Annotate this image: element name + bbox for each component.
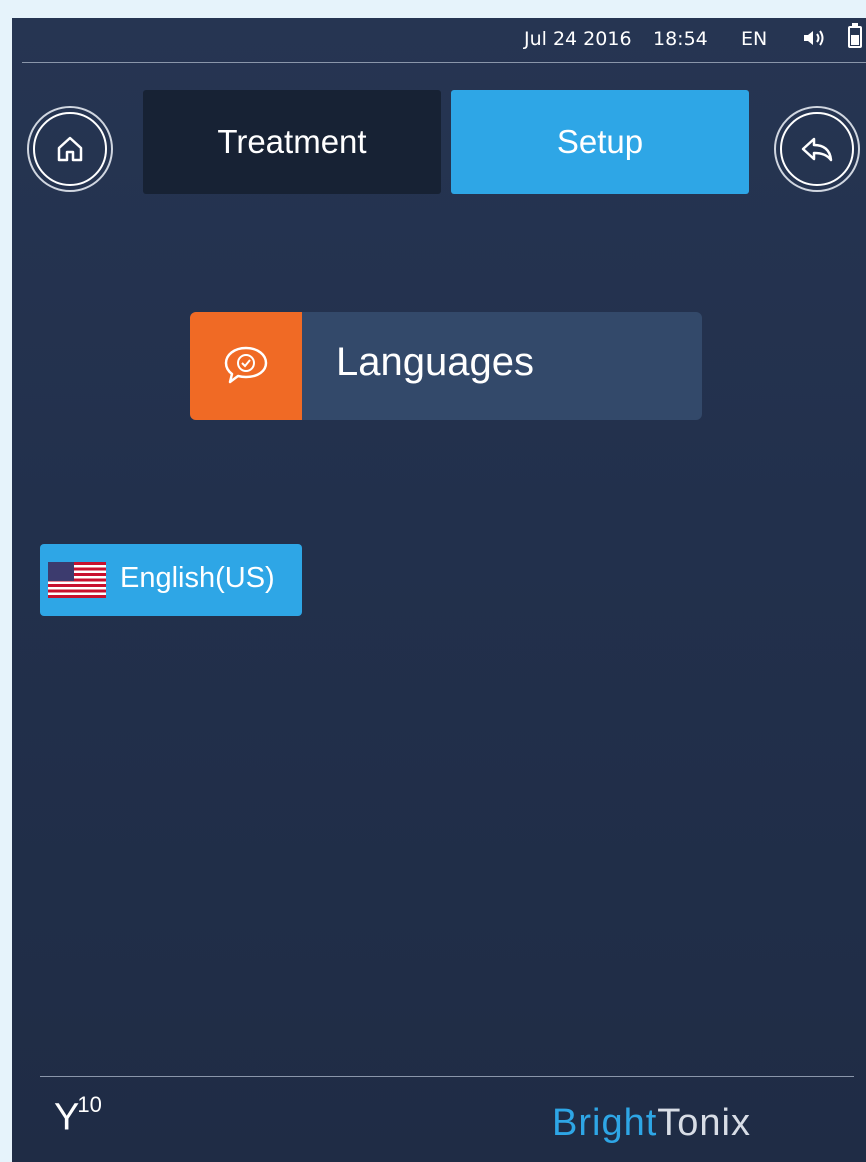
languages-section-header: Languages (190, 312, 702, 420)
status-divider (22, 62, 866, 63)
language-label: English(US) (120, 562, 275, 594)
status-language[interactable]: EN (741, 28, 767, 50)
footer-divider (40, 1076, 854, 1077)
back-button[interactable] (774, 106, 860, 192)
tab-treatment[interactable]: Treatment (143, 90, 441, 194)
status-bar: Jul 24 2016 18:54 EN (12, 18, 866, 62)
us-flag-icon (48, 562, 106, 598)
speech-bubble-check-icon (190, 312, 302, 420)
status-date: Jul 24 2016 (524, 28, 632, 50)
tab-setup[interactable]: Setup (451, 90, 749, 194)
section-title: Languages (336, 340, 534, 384)
brand-logo: BrightTonix (552, 1102, 751, 1144)
language-option-english-us[interactable]: English(US) (40, 544, 302, 616)
home-icon (57, 136, 83, 162)
home-button[interactable] (27, 106, 113, 192)
back-arrow-icon (801, 137, 833, 162)
speaker-icon[interactable] (802, 27, 828, 54)
device-screen: Jul 24 2016 18:54 EN Treatment Setup Lan… (12, 18, 866, 1162)
model-logo: Y10 (54, 1092, 102, 1139)
battery-icon (848, 23, 862, 48)
status-time: 18:54 (653, 28, 708, 50)
